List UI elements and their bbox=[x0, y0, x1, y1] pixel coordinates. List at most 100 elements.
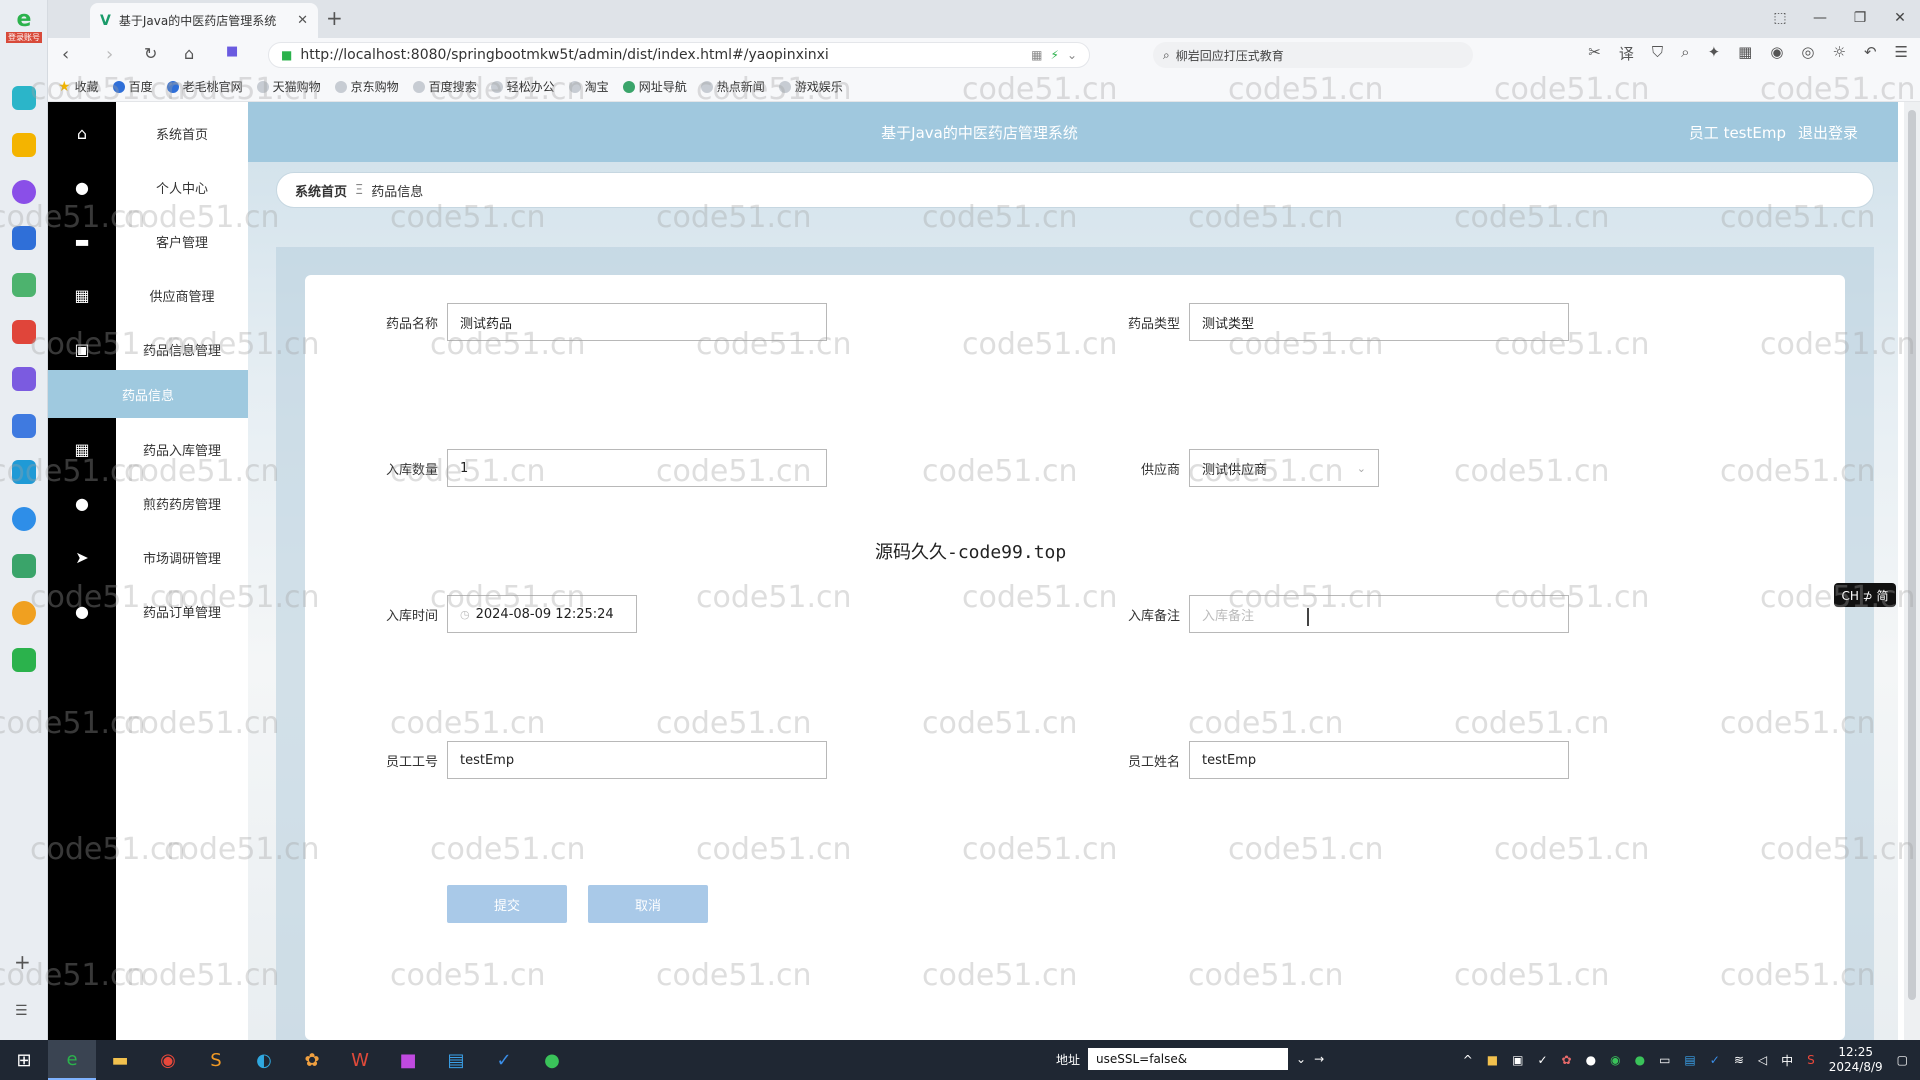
sidebar-item-decoction[interactable]: 煎药药房管理 bbox=[116, 476, 248, 530]
sidebar-item-suppliers[interactable]: 供应商管理 bbox=[116, 268, 248, 322]
sidebar-item-home[interactable]: 系统首页 bbox=[116, 106, 248, 160]
folder-icon[interactable]: ▬ bbox=[96, 1040, 144, 1080]
bookmark-item[interactable]: 老毛桃官网 bbox=[166, 78, 243, 95]
list-icon[interactable]: ☰ bbox=[15, 1003, 28, 1019]
user-icon[interactable]: ● bbox=[48, 160, 116, 214]
ai-icon[interactable]: ■ bbox=[226, 44, 238, 59]
home-icon[interactable]: ⌂ bbox=[48, 106, 116, 160]
cancel-button[interactable]: 取消 bbox=[588, 885, 708, 923]
shield-icon[interactable]: ⛉ bbox=[1652, 43, 1663, 64]
bookmark-item[interactable]: 轻松办公 bbox=[490, 78, 555, 95]
zoom-icon[interactable]: ⌕ bbox=[1681, 43, 1689, 64]
sublime-icon[interactable]: S bbox=[192, 1040, 240, 1080]
menu-icon[interactable]: ☰ bbox=[1895, 43, 1908, 64]
pin-icon[interactable]: ⬚ bbox=[1760, 0, 1800, 36]
url-bar[interactable]: ■ http://localhost:8080/springbootmkw5t/… bbox=[268, 42, 1090, 68]
edge-icon[interactable]: ◐ bbox=[240, 1040, 288, 1080]
sync-icon[interactable]: ◎ bbox=[1801, 43, 1814, 64]
remark-field[interactable]: 入库备注 bbox=[1189, 595, 1569, 633]
tray-app-icon[interactable]: ✿ bbox=[1562, 1053, 1572, 1067]
quantity-field[interactable]: 1 bbox=[447, 449, 827, 487]
intellij-icon[interactable]: ■ bbox=[384, 1040, 432, 1080]
system-clock[interactable]: 12:25 2024/8/9 bbox=[1829, 1045, 1883, 1075]
notes-icon[interactable] bbox=[12, 414, 36, 438]
drug-type-field[interactable]: 测试类型 bbox=[1189, 303, 1569, 341]
sidebar-app-icon[interactable] bbox=[12, 86, 36, 110]
sidebar-item-drug-info[interactable]: 药品信息管理 bbox=[116, 322, 248, 376]
search-input[interactable]: ⌕ 柳岩回应打压式教育 bbox=[1153, 42, 1473, 68]
logout-link[interactable]: 退出登录 bbox=[1798, 122, 1858, 143]
time-picker[interactable]: ◷ 2024-08-09 12:25:24 bbox=[447, 595, 637, 633]
brightness-icon[interactable]: ☼ bbox=[1833, 43, 1846, 64]
bookmark-item[interactable]: 京东购物 bbox=[334, 78, 399, 95]
send-icon[interactable]: ➤ bbox=[48, 530, 116, 584]
browser-tab-active[interactable]: V 基于Java的中医药店管理系统 ✕ bbox=[90, 3, 318, 38]
grid-icon[interactable]: ▦ bbox=[48, 422, 116, 476]
breadcrumb-home[interactable]: 系统首页 bbox=[295, 181, 347, 200]
user-icon[interactable]: ● bbox=[48, 476, 116, 530]
grid-icon[interactable]: ▦ bbox=[1738, 43, 1752, 64]
image-icon[interactable] bbox=[12, 273, 36, 297]
close-icon[interactable]: ✕ bbox=[297, 13, 308, 28]
submit-button[interactable]: 提交 bbox=[447, 885, 567, 923]
bookmark-item[interactable]: 淘宝 bbox=[568, 78, 609, 95]
bookmark-item[interactable]: 热点新闻 bbox=[700, 78, 765, 95]
wps-icon[interactable]: W bbox=[336, 1040, 384, 1080]
vscode-icon[interactable]: ✓ bbox=[480, 1040, 528, 1080]
star-icon[interactable] bbox=[12, 133, 36, 157]
employee-no-field[interactable]: testEmp bbox=[447, 741, 827, 779]
address-input[interactable]: useSSL=false& bbox=[1088, 1048, 1289, 1070]
wifi-icon[interactable]: ≋ bbox=[1734, 1053, 1744, 1067]
forward-icon[interactable]: › bbox=[106, 44, 113, 65]
weibo-icon[interactable] bbox=[12, 601, 36, 625]
employee-name-field[interactable]: testEmp bbox=[1189, 741, 1569, 779]
bookmark-item[interactable]: 天猫购物 bbox=[256, 78, 321, 95]
sidebar-item-market[interactable]: 市场调研管理 bbox=[116, 530, 248, 584]
supplier-select[interactable]: 测试供应商 ⌄ bbox=[1189, 449, 1379, 487]
browser-taskbar-icon[interactable]: e bbox=[48, 1040, 96, 1080]
bookmark-item[interactable]: 网址导航 bbox=[622, 78, 687, 95]
tray-app-icon[interactable]: ▤ bbox=[1684, 1053, 1695, 1067]
new-tab-icon[interactable]: + bbox=[326, 6, 343, 30]
tray-app-icon[interactable]: ◉ bbox=[1610, 1053, 1620, 1067]
minimize-icon[interactable]: — bbox=[1800, 0, 1840, 36]
qr-icon[interactable]: ▦ bbox=[1031, 48, 1042, 62]
sidebar-item-stock-in[interactable]: 药品入库管理 bbox=[116, 422, 248, 476]
drug-name-field[interactable]: 测试药品 bbox=[447, 303, 827, 341]
translate-icon[interactable]: 译 bbox=[1619, 43, 1634, 64]
bulb-icon[interactable]: ● bbox=[48, 584, 116, 638]
translate-icon[interactable] bbox=[12, 507, 36, 531]
chrome-icon[interactable]: ◉ bbox=[1770, 43, 1783, 64]
app-icon[interactable]: ✿ bbox=[288, 1040, 336, 1080]
pdf-icon[interactable] bbox=[12, 320, 36, 344]
scissors-icon[interactable]: ✂ bbox=[1588, 43, 1601, 64]
doc-icon[interactable] bbox=[12, 460, 36, 484]
sidebar-subitem-drug-info[interactable]: 药品信息 bbox=[48, 370, 248, 418]
bolt-icon[interactable]: ⚡ bbox=[1051, 48, 1059, 62]
qq-icon[interactable]: ● bbox=[1586, 1053, 1596, 1067]
ime-indicator[interactable]: CH ⊅ 简 bbox=[1834, 583, 1896, 607]
tray-app-icon[interactable]: ▣ bbox=[1512, 1053, 1523, 1067]
chrome-icon[interactable]: ◉ bbox=[144, 1040, 192, 1080]
page-scrollbar[interactable] bbox=[1904, 102, 1920, 1040]
notepad-icon[interactable]: ▤ bbox=[432, 1040, 480, 1080]
sidebar-item-orders[interactable]: 药品订单管理 bbox=[116, 584, 248, 638]
tray-app-icon[interactable]: ■ bbox=[1487, 1053, 1498, 1067]
back-icon[interactable]: ‹ bbox=[62, 44, 69, 65]
video-icon[interactable] bbox=[12, 367, 36, 391]
monitor-icon[interactable]: ▬ bbox=[48, 214, 116, 268]
volume-icon[interactable]: ◁ bbox=[1758, 1053, 1767, 1067]
restore-icon[interactable]: ❐ bbox=[1840, 0, 1880, 36]
game-icon[interactable] bbox=[12, 554, 36, 578]
bookmark-favorites[interactable]: ★ 收藏 bbox=[58, 78, 99, 95]
undo-icon[interactable]: ↶ bbox=[1864, 43, 1877, 64]
bookmark-item[interactable]: 游戏娱乐 bbox=[778, 78, 843, 95]
windows-start-icon[interactable]: ⊞ bbox=[0, 1040, 48, 1080]
notification-icon[interactable]: ▢ bbox=[1897, 1053, 1908, 1067]
sidebar-item-profile[interactable]: 个人中心 bbox=[116, 160, 248, 214]
window-close-icon[interactable]: ✕ bbox=[1880, 0, 1920, 36]
add-icon[interactable]: + bbox=[14, 950, 31, 974]
ai-icon[interactable] bbox=[12, 180, 36, 204]
home-icon[interactable]: ⌂ bbox=[184, 44, 194, 63]
grid-icon[interactable]: ▦ bbox=[48, 268, 116, 322]
